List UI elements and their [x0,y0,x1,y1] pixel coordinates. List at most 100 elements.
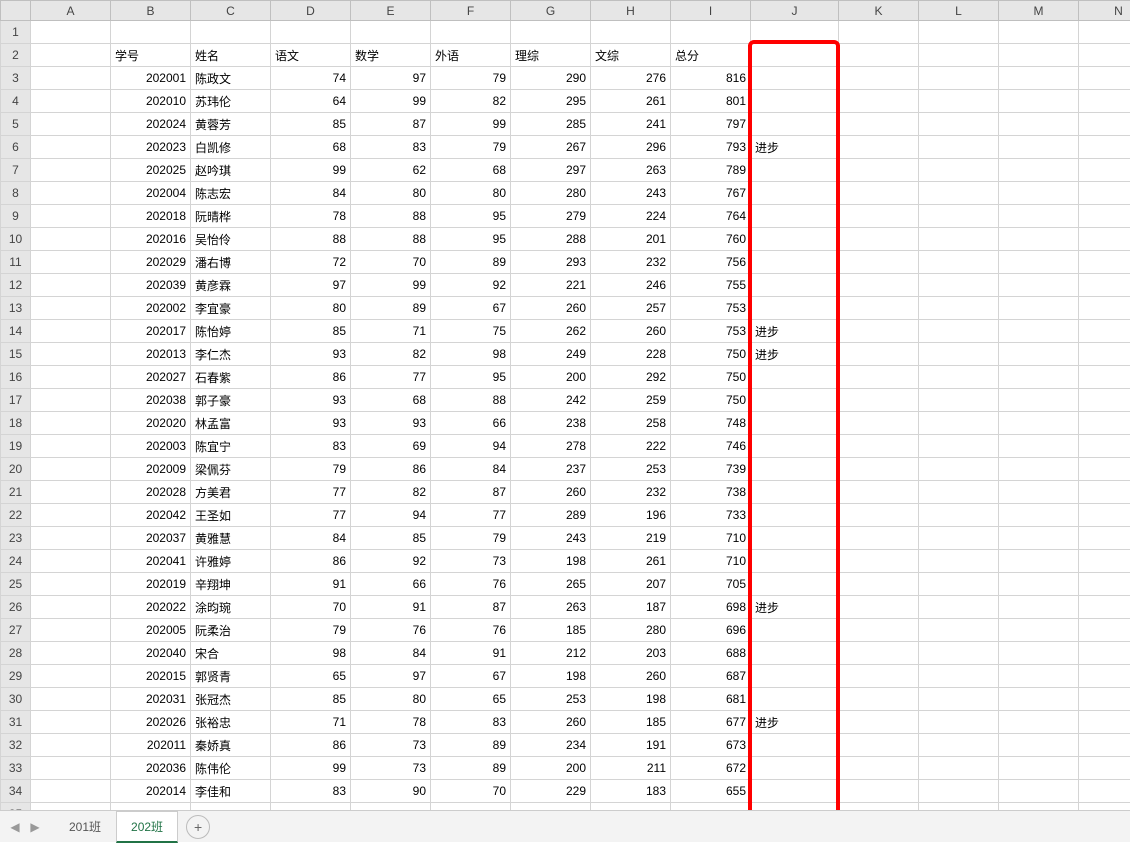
cell-L1[interactable] [919,21,999,44]
cell-I21[interactable]: 738 [671,481,751,504]
cell-K34[interactable] [839,780,919,803]
cell-L10[interactable] [919,228,999,251]
cell-D6[interactable]: 68 [271,136,351,159]
cell-D34[interactable]: 83 [271,780,351,803]
cell-N19[interactable] [1079,435,1130,458]
row-header-14[interactable]: 14 [1,320,31,343]
cell-F12[interactable]: 92 [431,274,511,297]
cell-I14[interactable]: 753 [671,320,751,343]
cell-D3[interactable]: 74 [271,67,351,90]
row-14[interactable]: 14202017陈怡婷857175262260753进步 [1,320,1130,343]
cell-A4[interactable] [31,90,111,113]
cell-M30[interactable] [999,688,1079,711]
cell-N15[interactable] [1079,343,1130,366]
col-header-M[interactable]: M [999,1,1079,21]
cell-E29[interactable]: 97 [351,665,431,688]
cell-D35[interactable] [271,803,351,811]
cell-M9[interactable] [999,205,1079,228]
cell-K23[interactable] [839,527,919,550]
cell-B7[interactable]: 202025 [111,159,191,182]
cell-I6[interactable]: 793 [671,136,751,159]
cell-K28[interactable] [839,642,919,665]
cell-D19[interactable]: 83 [271,435,351,458]
cell-D1[interactable] [271,21,351,44]
cell-M25[interactable] [999,573,1079,596]
cell-J6[interactable]: 进步 [751,136,839,159]
cell-E8[interactable]: 80 [351,182,431,205]
cell-F20[interactable]: 84 [431,458,511,481]
cell-I34[interactable]: 655 [671,780,751,803]
cell-A5[interactable] [31,113,111,136]
cell-M13[interactable] [999,297,1079,320]
cell-I12[interactable]: 755 [671,274,751,297]
cell-D21[interactable]: 77 [271,481,351,504]
cell-D13[interactable]: 80 [271,297,351,320]
cell-M2[interactable] [999,44,1079,67]
cell-N12[interactable] [1079,274,1130,297]
cell-M1[interactable] [999,21,1079,44]
cell-F19[interactable]: 94 [431,435,511,458]
row-2[interactable]: 2学号姓名语文数学外语理综文综总分 [1,44,1130,67]
cell-J3[interactable] [751,67,839,90]
cell-A15[interactable] [31,343,111,366]
row-header-5[interactable]: 5 [1,113,31,136]
col-header-H[interactable]: H [591,1,671,21]
cell-A26[interactable] [31,596,111,619]
cell-H14[interactable]: 260 [591,320,671,343]
row-header-21[interactable]: 21 [1,481,31,504]
cell-C33[interactable]: 陈伟伦 [191,757,271,780]
cell-F4[interactable]: 82 [431,90,511,113]
cell-E35[interactable] [351,803,431,811]
cell-I13[interactable]: 753 [671,297,751,320]
cell-N34[interactable] [1079,780,1130,803]
cell-D11[interactable]: 72 [271,251,351,274]
row-header-4[interactable]: 4 [1,90,31,113]
cell-A27[interactable] [31,619,111,642]
col-header-F[interactable]: F [431,1,511,21]
cell-M32[interactable] [999,734,1079,757]
cell-A25[interactable] [31,573,111,596]
cell-N23[interactable] [1079,527,1130,550]
cell-C29[interactable]: 郭贤青 [191,665,271,688]
cell-I35[interactable] [671,803,751,811]
cell-J22[interactable] [751,504,839,527]
cell-I17[interactable]: 750 [671,389,751,412]
cell-I11[interactable]: 756 [671,251,751,274]
cell-I22[interactable]: 733 [671,504,751,527]
cell-G4[interactable]: 295 [511,90,591,113]
cell-B35[interactable] [111,803,191,811]
cell-K35[interactable] [839,803,919,811]
cell-I32[interactable]: 673 [671,734,751,757]
cell-F25[interactable]: 76 [431,573,511,596]
cell-G28[interactable]: 212 [511,642,591,665]
cell-M20[interactable] [999,458,1079,481]
cell-D16[interactable]: 86 [271,366,351,389]
cell-D20[interactable]: 79 [271,458,351,481]
row-header-10[interactable]: 10 [1,228,31,251]
cell-H21[interactable]: 232 [591,481,671,504]
cell-E32[interactable]: 73 [351,734,431,757]
cell-D28[interactable]: 98 [271,642,351,665]
cell-F22[interactable]: 77 [431,504,511,527]
row-32[interactable]: 32202011秦娇真867389234191673 [1,734,1130,757]
row-header-3[interactable]: 3 [1,67,31,90]
row-header-15[interactable]: 15 [1,343,31,366]
cell-H17[interactable]: 259 [591,389,671,412]
cell-F18[interactable]: 66 [431,412,511,435]
cell-E16[interactable]: 77 [351,366,431,389]
cell-H18[interactable]: 258 [591,412,671,435]
cell-A24[interactable] [31,550,111,573]
cell-A7[interactable] [31,159,111,182]
cell-E18[interactable]: 93 [351,412,431,435]
cell-F9[interactable]: 95 [431,205,511,228]
cell-C15[interactable]: 李仁杰 [191,343,271,366]
cell-F28[interactable]: 91 [431,642,511,665]
add-sheet-button[interactable]: + [186,815,210,839]
cell-K8[interactable] [839,182,919,205]
cell-G29[interactable]: 198 [511,665,591,688]
cell-E9[interactable]: 88 [351,205,431,228]
cell-L29[interactable] [919,665,999,688]
cell-N14[interactable] [1079,320,1130,343]
cell-A34[interactable] [31,780,111,803]
cell-F14[interactable]: 75 [431,320,511,343]
